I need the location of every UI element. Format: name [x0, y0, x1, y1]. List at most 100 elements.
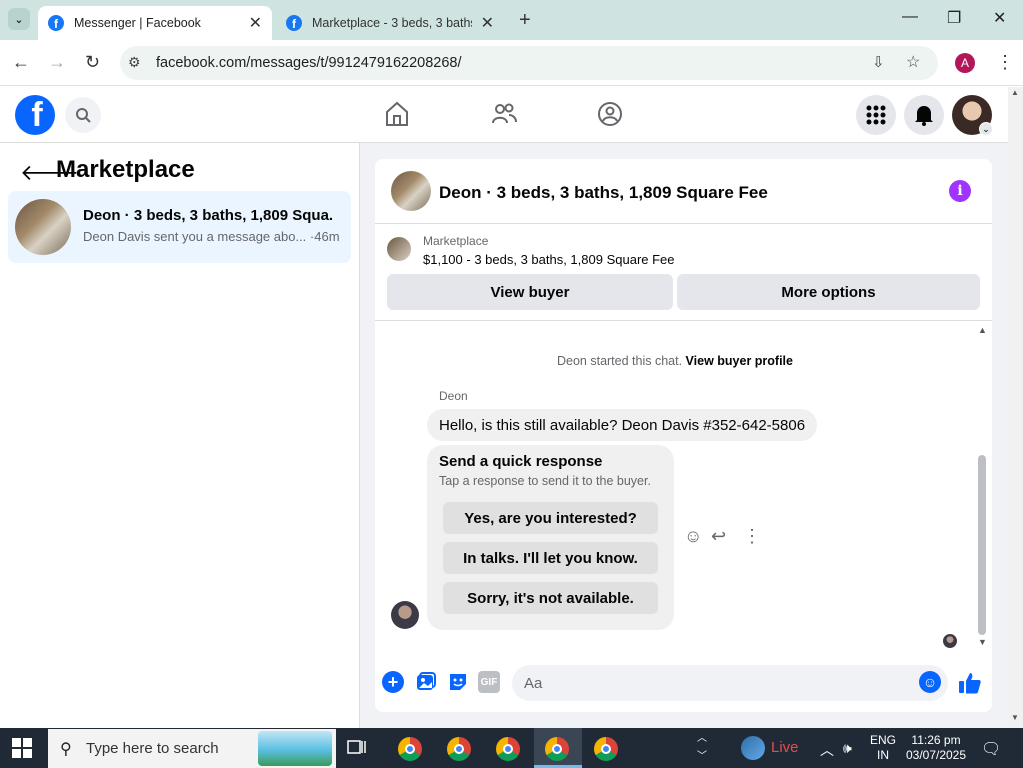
- quick-response-button[interactable]: In talks. I'll let you know.: [443, 542, 658, 574]
- chat-start-notice: Deon started this chat. View buyer profi…: [375, 354, 975, 368]
- taskbar-search-box[interactable]: ⚲ Type here to search: [48, 729, 336, 768]
- close-window-icon[interactable]: ✕: [993, 8, 1006, 28]
- chat-title[interactable]: Deon · 3 beds, 3 baths, 1,809 Square Fee: [439, 183, 768, 203]
- listing-thumbnail[interactable]: [391, 171, 431, 211]
- chevron-down-icon: ⌄: [14, 13, 24, 26]
- panel-title: Marketplace: [56, 156, 195, 183]
- tab-search-button[interactable]: ⌄: [8, 8, 30, 30]
- windows-start-icon[interactable]: [12, 738, 32, 763]
- sticker-icon[interactable]: [447, 671, 469, 693]
- more-actions-icon[interactable]: ⋮: [743, 526, 761, 547]
- listing-price: $1,100 - 3 beds, 3 baths, 1,809 Square F…: [423, 252, 675, 267]
- chrome-app-icon[interactable]: [545, 737, 569, 761]
- close-tab-icon[interactable]: ✕: [481, 13, 494, 33]
- clock-time: 11:26 pm: [911, 733, 961, 747]
- address-bar[interactable]: ⚙ facebook.com/messages/t/99124791622082…: [120, 46, 938, 80]
- view-buyer-button[interactable]: View buyer: [387, 274, 673, 310]
- new-tab-icon[interactable]: +: [519, 9, 531, 32]
- taskbar-clock[interactable]: 11:26 pm 03/07/2025: [904, 733, 968, 763]
- info-icon[interactable]: i: [949, 180, 971, 202]
- chrome-app-icon[interactable]: [447, 737, 471, 761]
- chat-start-text: Deon started this chat.: [556, 354, 683, 368]
- language-indicator[interactable]: ENG IN: [870, 733, 896, 763]
- scroll-up-icon[interactable]: ▲: [978, 325, 987, 335]
- groups-icon: [598, 102, 622, 126]
- chrome-app-icon[interactable]: [496, 737, 520, 761]
- facebook-favicon-icon: f: [48, 15, 64, 31]
- sender-avatar: [391, 601, 419, 629]
- browser-menu-icon[interactable]: ⋮: [996, 52, 1014, 73]
- scrollbar-thumb[interactable]: [978, 455, 986, 635]
- search-highlight-image: [258, 731, 332, 766]
- listing-label: Marketplace: [423, 234, 489, 248]
- sender-name: Deon: [439, 389, 468, 403]
- photo-icon[interactable]: [415, 671, 437, 693]
- chevron-down-icon[interactable]: ⌄: [979, 122, 993, 136]
- page-scrollbar[interactable]: [1008, 87, 1023, 728]
- region-code: IN: [877, 748, 889, 762]
- listing-thumbnail-small: [387, 237, 411, 261]
- reload-icon[interactable]: ↻: [85, 52, 100, 73]
- grid-menu-icon: [866, 105, 886, 125]
- view-buyer-profile-link[interactable]: View buyer profile: [686, 354, 793, 368]
- more-options-button[interactable]: More options: [677, 274, 980, 310]
- add-icon[interactable]: +: [382, 671, 404, 693]
- react-emoji-icon[interactable]: ☺: [684, 526, 702, 547]
- like-icon[interactable]: [958, 671, 981, 694]
- bell-icon: [915, 106, 933, 126]
- forward-arrow-icon[interactable]: →: [48, 52, 66, 73]
- page-scroll-down-icon[interactable]: ▼: [1011, 713, 1019, 722]
- language-code: ENG: [870, 733, 897, 747]
- menu-button[interactable]: [856, 95, 896, 135]
- bookmark-star-icon[interactable]: ☆: [906, 52, 920, 72]
- conversation-preview: Deon Davis sent you a message abo... ·46…: [83, 229, 340, 244]
- chrome-app-icon[interactable]: [398, 737, 422, 761]
- notifications-center-icon[interactable]: 🗨: [981, 739, 1001, 759]
- live-label[interactable]: Live: [771, 739, 799, 756]
- gif-icon[interactable]: GIF: [478, 671, 500, 693]
- groups-nav[interactable]: [597, 101, 623, 132]
- quick-response-button[interactable]: Sorry, it's not available.: [443, 582, 658, 614]
- live-score-icon[interactable]: [741, 736, 765, 760]
- restore-icon[interactable]: ❐: [947, 8, 961, 28]
- message-input[interactable]: Aa: [512, 665, 948, 701]
- divider: [375, 320, 992, 321]
- search-icon: [76, 108, 91, 123]
- quick-response-subtitle: Tap a response to send it to the buyer.: [439, 474, 651, 488]
- tab-title: Marketplace - 3 beds, 3 baths,: [312, 16, 472, 30]
- notifications-button[interactable]: [904, 95, 944, 135]
- browser-tab-marketplace[interactable]: f Marketplace - 3 beds, 3 baths, ✕: [276, 6, 506, 40]
- seen-avatar: [943, 634, 957, 648]
- site-info-icon[interactable]: ⚙: [128, 54, 141, 71]
- tray-chevron-up-icon[interactable]: ︿: [820, 740, 834, 760]
- close-tab-icon[interactable]: ✕: [249, 13, 262, 33]
- conversation-title: Deon · 3 beds, 3 baths, 1,809 Squa...: [83, 207, 333, 224]
- scroll-down-icon[interactable]: ▼: [978, 637, 987, 647]
- emoji-icon[interactable]: ☺: [919, 671, 941, 693]
- chrome-app-icon[interactable]: [594, 737, 618, 761]
- browser-profile-avatar[interactable]: A: [955, 53, 975, 73]
- home-nav[interactable]: [385, 101, 409, 132]
- facebook-favicon-icon: f: [286, 15, 302, 31]
- speaker-icon[interactable]: 🕪: [843, 740, 852, 757]
- tab-title: Messenger | Facebook: [74, 16, 201, 30]
- taskbar-search-placeholder: Type here to search: [86, 740, 219, 757]
- quick-response-title: Send a quick response: [439, 453, 603, 470]
- back-arrow-icon[interactable]: ←: [12, 52, 30, 73]
- page-scroll-up-icon[interactable]: ▲: [1011, 88, 1019, 97]
- taskbar-scroll-icon[interactable]: ︿ ﹀: [697, 730, 707, 766]
- search-button[interactable]: [65, 97, 101, 133]
- home-icon: [386, 101, 408, 126]
- url-text: facebook.com/messages/t/9912479162208268…: [156, 55, 462, 71]
- quick-response-button[interactable]: Yes, are you interested?: [443, 502, 658, 534]
- task-view-icon[interactable]: [347, 738, 367, 763]
- search-icon: ⚲: [60, 741, 72, 758]
- friends-nav[interactable]: [491, 101, 517, 132]
- minimize-icon[interactable]: —: [902, 8, 918, 26]
- reply-icon[interactable]: ↩: [711, 526, 726, 547]
- facebook-logo[interactable]: f: [15, 95, 55, 135]
- browser-tab-messenger[interactable]: f Messenger | Facebook ✕: [38, 6, 272, 40]
- message-bubble[interactable]: Hello, is this still available? Deon Dav…: [427, 409, 818, 441]
- install-app-icon[interactable]: ⇩: [872, 53, 885, 71]
- listing-thumbnail: [15, 199, 71, 255]
